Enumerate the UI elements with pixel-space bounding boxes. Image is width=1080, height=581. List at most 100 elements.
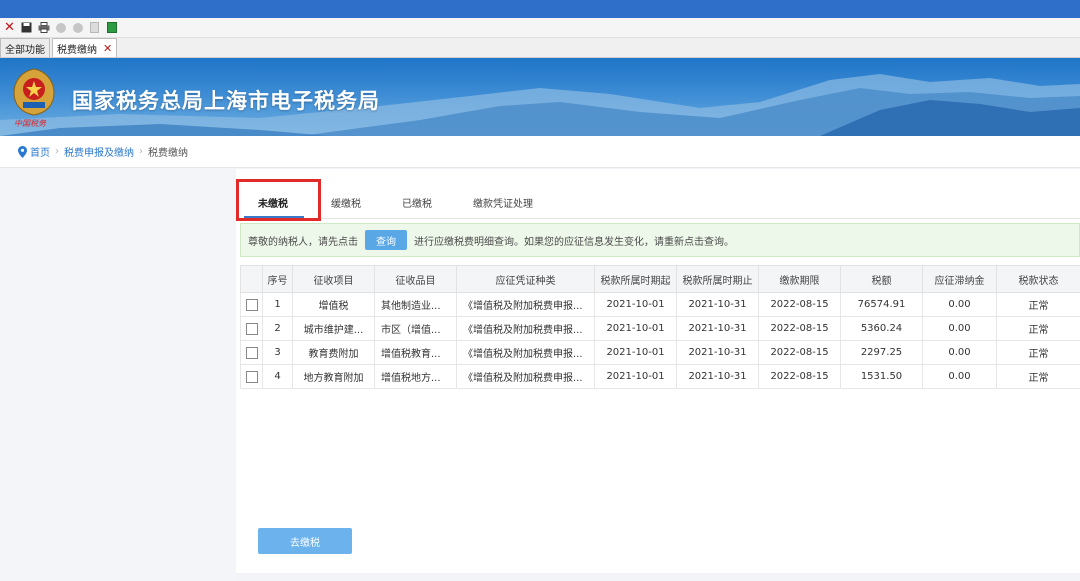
query-button[interactable]: 查询 (365, 230, 407, 250)
title-bar (0, 0, 1080, 18)
table-cell: 《增值税及附加税费申报... (456, 340, 595, 365)
table-cell: 《增值税及附加税费申报... (456, 364, 595, 389)
window-tab-label: 全部功能 (5, 44, 45, 56)
unpaid-tax-table: 序号 征收项目 征收品目 应征凭证种类 税款所属时期起 税款所属时期止 缴款期限… (240, 265, 1080, 389)
table-cell: 增值税地方... (374, 364, 457, 389)
table-cell: 正常 (996, 292, 1080, 317)
table-cell: 增值税教育... (374, 340, 457, 365)
window-tab-all-functions[interactable]: 全部功能 (0, 38, 50, 57)
table-cell: 2022-08-15 (758, 292, 841, 317)
column-header: 征收项目 (292, 265, 375, 293)
breadcrumb-current: 税费缴纳 (148, 148, 188, 159)
table-cell: 2022-08-15 (758, 340, 841, 365)
table-cell: 市区（增值... (374, 316, 457, 341)
table-row[interactable]: 4 地方教育附加 增值税地方... 《增值税及附加税费申报... 2021-10… (240, 364, 1080, 389)
table-cell: 2021-10-01 (594, 316, 677, 341)
breadcrumb-home[interactable]: 首页 (30, 144, 50, 159)
table-cell: 2021-10-31 (676, 340, 759, 365)
table-cell: 2022-08-15 (758, 316, 841, 341)
close-tab-icon[interactable]: ✕ (103, 42, 112, 55)
location-pin-icon (18, 145, 27, 158)
row-checkbox[interactable] (245, 322, 258, 335)
column-header: 税款所属时期止 (676, 265, 759, 293)
print-icon[interactable] (37, 21, 50, 34)
row-checkbox[interactable] (245, 346, 258, 359)
table-cell: 2022-08-15 (758, 364, 841, 389)
window-tab-label: 税费缴纳 (57, 44, 97, 56)
tab-payment-voucher[interactable]: 缴款凭证处理 (473, 195, 533, 210)
table-cell: 1 (262, 292, 293, 317)
window-tab-bar: 全部功能 税费缴纳 ✕ (0, 38, 1080, 58)
table-cell: 其他制造业... (374, 292, 457, 317)
header-checkbox-cell (240, 265, 263, 293)
table-cell: 《增值税及附加税费申报... (456, 292, 595, 317)
notice-text-before: 尊敬的纳税人，请先点击 (248, 236, 358, 248)
table-cell: 1531.50 (840, 364, 923, 389)
column-header: 税额 (840, 265, 923, 293)
breadcrumb: 首页 › 税费申报及缴纳 › 税费缴纳 (0, 136, 1080, 168)
column-header: 序号 (262, 265, 293, 293)
emblem-caption: 中国税务 (14, 119, 46, 128)
site-banner: 中国税务 国家税务总局上海市电子税务局 (0, 58, 1080, 136)
table-cell: 正常 (996, 316, 1080, 341)
row-checkbox-cell (240, 316, 263, 341)
table-cell: 5360.24 (840, 316, 923, 341)
table-cell: 2021-10-01 (594, 364, 677, 389)
table-cell: 城市维护建... (292, 316, 375, 341)
table-cell: 0.00 (922, 292, 997, 317)
table-header-row: 序号 征收项目 征收品目 应征凭证种类 税款所属时期起 税款所属时期止 缴款期限… (240, 265, 1080, 293)
breadcrumb-separator: › (55, 146, 59, 157)
table-cell: 《增值税及附加税费申报... (456, 316, 595, 341)
tab-deferred[interactable]: 缓缴税 (331, 195, 361, 210)
document-icon[interactable] (88, 21, 101, 34)
column-header: 税款状态 (996, 265, 1080, 293)
window-tab-tax-payment[interactable]: 税费缴纳 ✕ (52, 38, 118, 57)
table-cell: 3 (262, 340, 293, 365)
table-row[interactable]: 2 城市维护建... 市区（增值... 《增值税及附加税费申报... 2021-… (240, 316, 1080, 341)
row-checkbox[interactable] (245, 370, 258, 383)
table-cell: 76574.91 (840, 292, 923, 317)
site-title: 国家税务总局上海市电子税务局 (72, 89, 380, 113)
excel-icon[interactable] (105, 21, 118, 34)
column-header: 应征凭证种类 (456, 265, 595, 293)
table-cell: 2021-10-31 (676, 364, 759, 389)
table-row[interactable]: 3 教育费附加 增值税教育... 《增值税及附加税费申报... 2021-10-… (240, 340, 1080, 365)
table-cell: 2021-10-01 (594, 292, 677, 317)
back-icon[interactable] (54, 21, 67, 34)
table-cell: 2 (262, 316, 293, 341)
column-header: 应征滞纳金 (922, 265, 997, 293)
tab-highlight-box (236, 179, 321, 221)
payment-tabs: 未缴税 缓缴税 已缴税 缴款凭证处理 (236, 187, 1080, 219)
row-checkbox[interactable] (245, 298, 258, 311)
notice-text-after: 进行应缴税费明细查询。如果您的应征信息发生变化，请重新点击查询。 (414, 236, 734, 248)
table-cell: 正常 (996, 364, 1080, 389)
go-pay-button[interactable]: 去缴税 (258, 528, 352, 554)
table-cell: 地方教育附加 (292, 364, 375, 389)
table-cell: 2021-10-31 (676, 292, 759, 317)
table-cell: 0.00 (922, 364, 997, 389)
row-checkbox-cell (240, 292, 263, 317)
table-row[interactable]: 1 增值税 其他制造业... 《增值税及附加税费申报... 2021-10-01… (240, 292, 1080, 317)
forward-icon[interactable] (71, 21, 84, 34)
breadcrumb-tax-filing[interactable]: 税费申报及缴纳 (64, 144, 134, 159)
tax-emblem-icon (13, 68, 55, 116)
table-cell: 0.00 (922, 316, 997, 341)
table-cell: 增值税 (292, 292, 375, 317)
save-icon[interactable] (20, 21, 33, 34)
sidebar (0, 169, 236, 581)
table-cell: 4 (262, 364, 293, 389)
row-checkbox-cell (240, 340, 263, 365)
table-cell: 正常 (996, 340, 1080, 365)
column-header: 缴款期限 (758, 265, 841, 293)
tab-paid[interactable]: 已缴税 (402, 195, 432, 210)
breadcrumb-separator: › (139, 146, 143, 157)
table-cell: 2021-10-01 (594, 340, 677, 365)
table-cell: 2297.25 (840, 340, 923, 365)
column-header: 税款所属时期起 (594, 265, 677, 293)
table-cell: 教育费附加 (292, 340, 375, 365)
close-icon[interactable]: ✕ (3, 20, 16, 35)
toolbar: ✕ (0, 18, 1080, 38)
table-cell: 2021-10-31 (676, 316, 759, 341)
query-notice: 尊敬的纳税人，请先点击 查询 进行应缴税费明细查询。如果您的应征信息发生变化，请… (240, 223, 1080, 257)
row-checkbox-cell (240, 364, 263, 389)
